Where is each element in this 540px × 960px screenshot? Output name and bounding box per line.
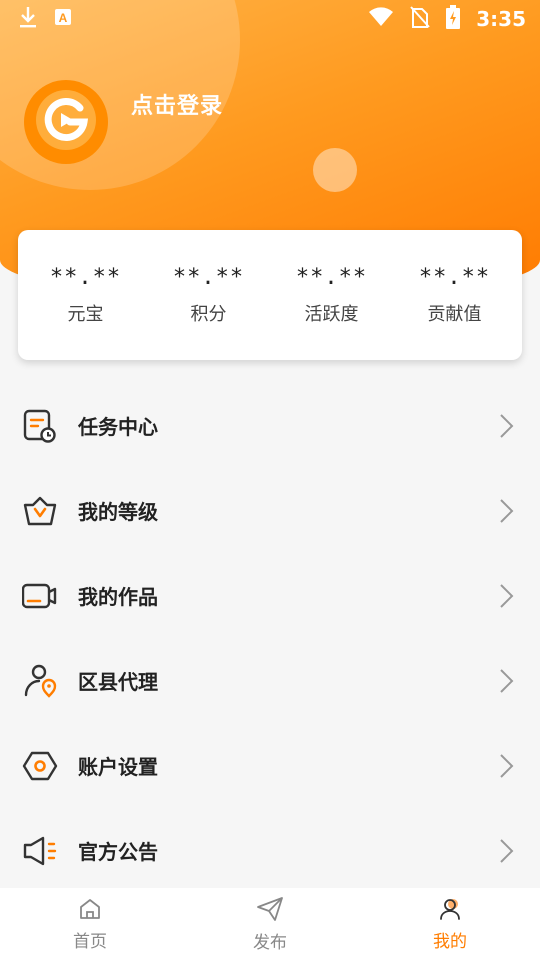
wifi-icon	[368, 7, 394, 31]
crown-icon	[22, 493, 58, 529]
stat-yuanbao[interactable]: **.** 元宝	[31, 265, 141, 326]
menu-item-label: 任务中心	[78, 415, 158, 439]
menu-item-label: 区县代理	[78, 670, 158, 694]
settings-hexagon-icon	[22, 748, 58, 784]
decorative-dot	[313, 148, 357, 192]
a-icon: A	[54, 8, 72, 30]
chevron-right-icon	[496, 582, 516, 610]
stat-label: 活跃度	[304, 303, 359, 325]
agent-location-icon	[22, 663, 58, 699]
stats-card: **.** 元宝 **.** 积分 **.** 活跃度 **.** 贡献值	[18, 230, 522, 360]
chevron-right-icon	[496, 752, 516, 780]
menu-item-announcements[interactable]: 官方公告	[0, 808, 540, 893]
menu-item-label: 账户设置	[78, 755, 158, 779]
chevron-right-icon	[496, 667, 516, 695]
stat-activity[interactable]: **.** 活跃度	[277, 265, 387, 326]
stat-value: **.**	[418, 264, 491, 290]
tab-label: 发布	[253, 932, 287, 953]
login-link[interactable]: 点击登录	[131, 88, 223, 120]
tab-home[interactable]: 首页	[0, 888, 180, 960]
no-sim-icon	[410, 6, 430, 32]
menu-item-label: 我的等级	[78, 500, 158, 524]
menu-item-label: 官方公告	[78, 840, 158, 864]
bottom-tab-bar: 首页 发布 我的	[0, 888, 540, 960]
battery-charging-icon	[446, 5, 461, 33]
user-icon	[438, 897, 462, 925]
tab-label: 我的	[433, 931, 467, 952]
tab-mine[interactable]: 我的	[360, 888, 540, 960]
stat-value: **.**	[172, 264, 245, 290]
stat-label: 元宝	[67, 303, 104, 325]
svg-text:A: A	[59, 11, 68, 25]
menu-item-label: 我的作品	[78, 585, 158, 609]
megaphone-icon	[22, 833, 58, 869]
status-bar: A 3:35	[0, 0, 540, 38]
menu-item-level[interactable]: 我的等级	[0, 468, 540, 553]
app-logo-icon	[34, 88, 98, 156]
chevron-right-icon	[496, 412, 516, 440]
video-icon	[22, 578, 58, 614]
tab-publish[interactable]: 发布	[180, 888, 360, 960]
menu-item-tasks[interactable]: 任务中心	[0, 383, 540, 468]
menu-item-agent[interactable]: 区县代理	[0, 638, 540, 723]
avatar[interactable]	[24, 80, 108, 164]
download-icon	[18, 5, 38, 33]
stat-label: 贡献值	[427, 303, 482, 325]
stat-value: **.**	[295, 264, 368, 290]
stat-label: 积分	[190, 303, 227, 325]
menu-item-settings[interactable]: 账户设置	[0, 723, 540, 808]
stat-value: **.**	[49, 264, 122, 290]
chevron-right-icon	[496, 497, 516, 525]
chevron-right-icon	[496, 837, 516, 865]
stat-contribution[interactable]: **.** 贡献值	[400, 265, 510, 326]
home-icon	[78, 897, 102, 925]
send-icon	[256, 896, 284, 926]
tab-label: 首页	[73, 931, 107, 952]
stat-points[interactable]: **.** 积分	[154, 265, 264, 326]
menu-list: 任务中心 我的等级 我的作品 区县代理 账户设置 官方公告	[0, 383, 540, 893]
menu-item-works[interactable]: 我的作品	[0, 553, 540, 638]
task-icon	[22, 408, 58, 444]
clock: 3:35	[476, 7, 526, 31]
